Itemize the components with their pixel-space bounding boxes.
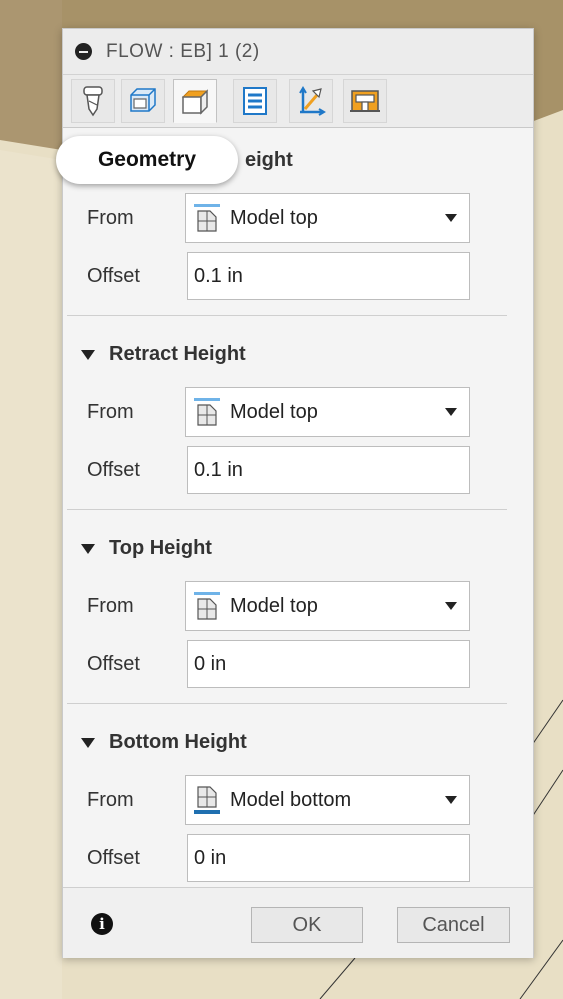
bottom-from-select[interactable]: Model bottom — [185, 775, 470, 825]
model-top-icon — [194, 592, 220, 620]
select-value: Model top — [230, 206, 318, 229]
section-divider — [67, 703, 507, 704]
top-height-title: Top Height — [109, 537, 212, 559]
offset-label: Offset — [87, 847, 140, 869]
select-value: Model bottom — [230, 788, 352, 811]
tab-strip — [63, 75, 533, 128]
retract-offset-input[interactable]: 0.1 in — [187, 446, 470, 494]
tab-passes[interactable] — [233, 79, 277, 123]
tab-heights[interactable] — [173, 79, 217, 123]
top-height-header[interactable]: Top Height — [81, 537, 212, 560]
linking-icon — [299, 86, 326, 116]
model-top-icon — [194, 204, 220, 232]
bottom-offset-input[interactable]: 0 in — [187, 834, 470, 882]
bottom-height-title: Bottom Height — [109, 731, 247, 753]
collapse-triangle-icon[interactable] — [81, 737, 95, 748]
bottom-height-header[interactable]: Bottom Height — [81, 731, 247, 754]
retract-height-header[interactable]: Retract Height — [81, 343, 246, 366]
passes-icon — [243, 87, 267, 115]
from-label: From — [87, 401, 134, 423]
model-top-icon — [194, 398, 220, 426]
heights-icon — [181, 89, 209, 115]
offset-label: Offset — [87, 265, 140, 287]
collapse-triangle-icon[interactable] — [81, 543, 95, 554]
chevron-down-icon — [445, 408, 457, 416]
retract-height-title: Retract Height — [109, 343, 246, 365]
offset-label: Offset — [87, 459, 140, 481]
from-label: From — [87, 207, 134, 229]
retract-from-select[interactable]: Model top — [185, 387, 470, 437]
dialog-title: FLOW : EB] 1 (2) — [106, 40, 260, 62]
tab-linking[interactable] — [289, 79, 333, 123]
title-bar[interactable]: FLOW : EB] 1 (2) — [63, 29, 533, 75]
top-from-select[interactable]: Model top — [185, 581, 470, 631]
cancel-button[interactable]: Cancel — [397, 907, 510, 943]
from-label: From — [87, 595, 134, 617]
top-offset-input[interactable]: 0 in — [187, 640, 470, 688]
chevron-down-icon — [445, 214, 457, 222]
chevron-down-icon — [445, 602, 457, 610]
section-divider — [67, 509, 507, 510]
collapse-triangle-icon[interactable] — [81, 349, 95, 360]
tab-tool[interactable] — [71, 79, 115, 123]
dialog-footer: i OK Cancel — [63, 887, 533, 958]
section-divider — [67, 315, 507, 316]
collapse-icon[interactable] — [75, 43, 92, 60]
from-label: From — [87, 789, 134, 811]
chevron-down-icon — [445, 796, 457, 804]
offset-label: Offset — [87, 653, 140, 675]
select-value: Model top — [230, 594, 318, 617]
clearance-from-select[interactable]: Model top — [185, 193, 470, 243]
tool-icon — [83, 86, 103, 117]
info-icon[interactable]: i — [91, 913, 113, 935]
clearance-offset-input[interactable]: 0.1 in — [187, 252, 470, 300]
shop-icon — [350, 90, 380, 112]
tab-shop[interactable] — [343, 79, 387, 123]
ok-button[interactable]: OK — [251, 907, 363, 943]
tab-tooltip: Geometry — [56, 136, 238, 184]
model-bottom-icon — [194, 786, 220, 814]
geometry-icon — [130, 88, 156, 112]
select-value: Model top — [230, 400, 318, 423]
tab-geometry[interactable] — [121, 79, 165, 123]
clearance-height-title: eight — [245, 149, 293, 171]
